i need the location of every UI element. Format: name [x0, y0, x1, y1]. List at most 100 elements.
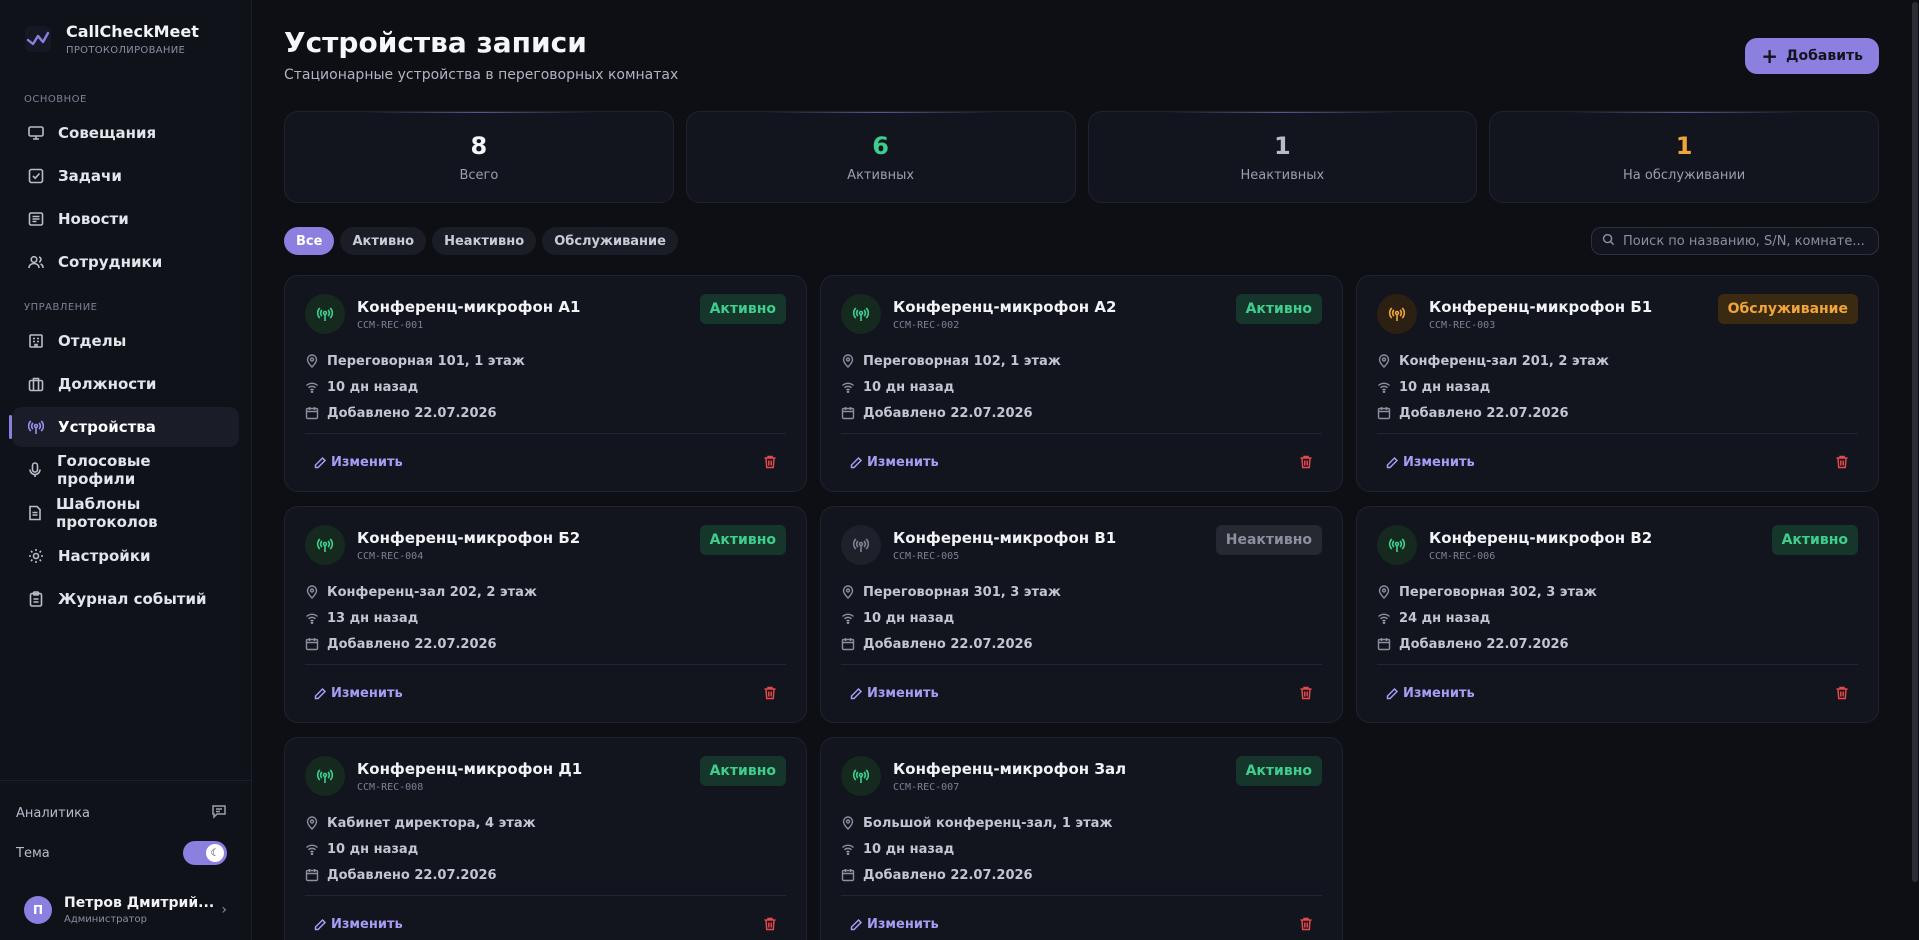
- calendar-icon: [1377, 637, 1391, 651]
- trash-icon[interactable]: [762, 916, 780, 934]
- sidebar-item-label: Отделы: [58, 332, 127, 350]
- edit-button[interactable]: Изменить: [305, 686, 403, 701]
- device-last-seen: 10 дн назад: [305, 836, 786, 862]
- device-name: Конференц-микрофон В1: [893, 529, 1117, 547]
- theme-row: Тема ☾: [0, 833, 251, 873]
- device-added: Добавлено 22.07.2026: [841, 862, 1322, 888]
- added-text: Добавлено 22.07.2026: [863, 405, 1033, 421]
- trash-icon[interactable]: [1298, 685, 1316, 703]
- sidebar-item-news[interactable]: Новости: [12, 199, 239, 239]
- sidebar-item-meetings[interactable]: Совещания: [12, 113, 239, 153]
- pencil-icon: [313, 456, 327, 470]
- device-card[interactable]: Конференц-микрофон А2 CCM-REC-002 Активн…: [820, 275, 1343, 492]
- device-room: Конференц-зал 202, 2 этаж: [305, 579, 786, 605]
- device-room: Переговорная 102, 1 этаж: [841, 348, 1322, 374]
- brand[interactable]: CallCheckMeet ПРОТОКОЛИРОВАНИЕ: [0, 0, 251, 58]
- edit-button[interactable]: Изменить: [841, 917, 939, 932]
- wifi-icon: [841, 842, 855, 856]
- device-last-seen: 13 дн назад: [305, 605, 786, 631]
- trash-icon[interactable]: [1834, 454, 1852, 472]
- analytics-row[interactable]: Аналитика: [0, 793, 251, 833]
- scrollbar[interactable]: [1911, 0, 1919, 940]
- sidebar-item-devices[interactable]: Устройства: [9, 407, 239, 447]
- analytics-label: Аналитика: [16, 805, 90, 821]
- device-card[interactable]: Конференц-микрофон В1 CCM-REC-005 Неакти…: [820, 506, 1343, 723]
- trash-icon[interactable]: [1298, 916, 1316, 934]
- filter-chip-inactive[interactable]: Неактивно: [432, 227, 537, 255]
- room-text: Кабинет директора, 4 этаж: [327, 815, 536, 831]
- trash-icon[interactable]: [762, 685, 780, 703]
- edit-button[interactable]: Изменить: [1377, 686, 1475, 701]
- last-seen-text: 10 дн назад: [327, 841, 419, 857]
- sidebar-item-tasks[interactable]: Задачи: [12, 156, 239, 196]
- device-grid: Конференц-микрофон А1 CCM-REC-001 Активн…: [284, 275, 1879, 940]
- brand-subtitle: ПРОТОКОЛИРОВАНИЕ: [66, 45, 186, 56]
- user-role: Администратор: [64, 914, 147, 925]
- device-card[interactable]: Конференц-микрофон В2 CCM-REC-006 Активн…: [1356, 506, 1879, 723]
- added-text: Добавлено 22.07.2026: [863, 867, 1033, 883]
- trash-icon[interactable]: [1834, 685, 1852, 703]
- wifi-icon: [1377, 611, 1391, 625]
- scrollbar-thumb[interactable]: [1912, 2, 1918, 882]
- theme-toggle[interactable]: ☾: [183, 841, 227, 865]
- sidebar-item-templates[interactable]: Шаблоны протоколов: [12, 493, 239, 533]
- antenna-icon: [305, 525, 345, 565]
- filter-chip-all[interactable]: Все: [284, 227, 335, 255]
- edit-button[interactable]: Изменить: [841, 686, 939, 701]
- edit-label: Изменить: [331, 455, 403, 470]
- device-serial: CCM-REC-002: [893, 320, 960, 331]
- document-icon: [26, 503, 44, 523]
- nav-section-manage: УПРАВЛЕНИЕ: [24, 302, 98, 313]
- filter-chip-maintenance[interactable]: Обслуживание: [542, 227, 678, 255]
- device-room: Большой конференц-зал, 1 этаж: [841, 810, 1322, 836]
- gear-icon: [26, 546, 46, 566]
- stat-label: Активных: [847, 167, 915, 183]
- sidebar-item-employees[interactable]: Сотрудники: [12, 242, 239, 282]
- edit-button[interactable]: Изменить: [305, 455, 403, 470]
- sidebar-item-label: Совещания: [58, 124, 157, 142]
- sidebar-item-departments[interactable]: Отделы: [12, 321, 239, 361]
- device-card[interactable]: Конференц-микрофон Б2 CCM-REC-004 Активн…: [284, 506, 807, 723]
- filter-chip-active[interactable]: Активно: [340, 227, 427, 255]
- device-card[interactable]: Конференц-микрофон Зал CCM-REC-007 Актив…: [820, 737, 1343, 940]
- last-seen-text: 10 дн назад: [863, 610, 955, 626]
- device-added: Добавлено 22.07.2026: [305, 631, 786, 657]
- wifi-icon: [305, 842, 319, 856]
- device-serial: CCM-REC-001: [357, 320, 424, 331]
- edit-button[interactable]: Изменить: [841, 455, 939, 470]
- chat-icon[interactable]: [211, 803, 227, 823]
- location-pin-icon: [1377, 354, 1391, 368]
- device-added: Добавлено 22.07.2026: [841, 631, 1322, 657]
- sidebar-item-positions[interactable]: Должности: [12, 364, 239, 404]
- device-last-seen: 10 дн назад: [305, 374, 786, 400]
- pencil-icon: [849, 918, 863, 932]
- device-card[interactable]: Конференц-микрофон Д1 CCM-REC-008 Активн…: [284, 737, 807, 940]
- device-card[interactable]: Конференц-микрофон А1 CCM-REC-001 Активн…: [284, 275, 807, 492]
- device-name: Конференц-микрофон Д1: [357, 760, 583, 778]
- sidebar-item-voice-profiles[interactable]: Голосовые профили: [12, 450, 239, 490]
- calendar-icon: [305, 406, 319, 420]
- clipboard-icon: [26, 589, 46, 609]
- monitor-icon: [26, 123, 46, 143]
- antenna-icon: [841, 756, 881, 796]
- edit-button[interactable]: Изменить: [305, 917, 403, 932]
- sidebar-item-label: Новости: [58, 210, 129, 228]
- wifi-icon: [841, 380, 855, 394]
- trash-icon[interactable]: [1298, 454, 1316, 472]
- sidebar-item-event-log[interactable]: Журнал событий: [12, 579, 239, 619]
- location-pin-icon: [305, 585, 319, 599]
- search-icon: [1602, 233, 1615, 250]
- device-name: Конференц-микрофон В2: [1429, 529, 1653, 547]
- device-serial: CCM-REC-005: [893, 551, 960, 562]
- user-profile[interactable]: П Петров Дмитрий... Администратор ›: [0, 885, 251, 935]
- search-input[interactable]: [1623, 233, 1868, 249]
- sidebar-item-settings[interactable]: Настройки: [12, 536, 239, 576]
- trash-icon[interactable]: [762, 454, 780, 472]
- device-card[interactable]: Конференц-микрофон Б1 CCM-REC-003 Обслуж…: [1356, 275, 1879, 492]
- edit-button[interactable]: Изменить: [1377, 455, 1475, 470]
- search-box: [1591, 227, 1879, 255]
- add-device-button[interactable]: + Добавить: [1745, 38, 1879, 74]
- sidebar-item-label: Голосовые профили: [56, 452, 151, 488]
- status-badge: Активно: [699, 756, 786, 786]
- device-added: Добавлено 22.07.2026: [305, 400, 786, 426]
